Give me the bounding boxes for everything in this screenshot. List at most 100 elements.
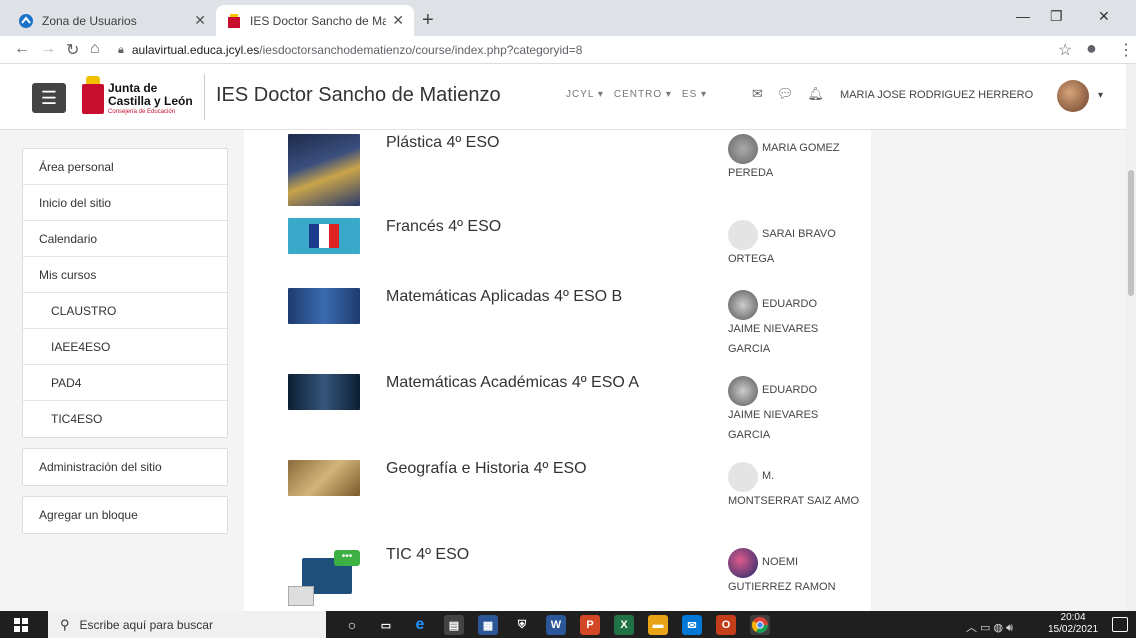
browser-tab-zona-usuarios[interactable]: Zona de Usuarios ✕ bbox=[8, 5, 216, 36]
logo-line2: Castilla y León bbox=[108, 93, 193, 108]
profile-icon[interactable]: ● bbox=[1086, 38, 1097, 59]
default-avatar-icon bbox=[728, 220, 758, 250]
course-teacher[interactable]: MARIA GOMEZ PEREDA bbox=[728, 134, 863, 184]
browser-tab-ies[interactable]: IES Doctor Sancho de Matienzo ✕ bbox=[216, 5, 414, 36]
search-icon: ⚲ bbox=[60, 616, 70, 632]
nav-course-pad4[interactable]: PAD4 bbox=[23, 365, 227, 401]
user-name[interactable]: MARIA JOSE RODRIGUEZ HERRERO bbox=[840, 89, 1033, 101]
windows-start-icon[interactable] bbox=[14, 618, 28, 632]
logo-line3: Consejería de Educación bbox=[108, 109, 176, 116]
course-name[interactable]: TIC 4º ESO bbox=[386, 546, 469, 564]
course-image[interactable] bbox=[288, 288, 360, 324]
jcyl-logo[interactable]: Junta de Castilla y León Consejería de E… bbox=[82, 72, 202, 126]
teacher-avatar bbox=[728, 548, 758, 578]
course-name[interactable]: Geografía e Historia 4º ESO bbox=[386, 460, 587, 478]
chrome-icon[interactable] bbox=[750, 615, 770, 635]
taskbar-search-placeholder: Escribe aquí para buscar bbox=[79, 617, 213, 632]
url-input[interactable]: 🔒︎ aulavirtual.educa.jcyl.es/iesdoctorsa… bbox=[118, 38, 1050, 62]
nav-block: Área personal Inicio del sitio Calendari… bbox=[22, 148, 228, 438]
add-block: Agregar un bloque bbox=[22, 496, 228, 534]
bookmark-star-icon[interactable]: ☆ bbox=[1058, 40, 1072, 60]
course-image[interactable] bbox=[288, 374, 360, 410]
mail-icon[interactable]: ✉ bbox=[752, 86, 763, 102]
word-icon[interactable]: W bbox=[546, 615, 566, 635]
course-teacher[interactable]: SARAI BRAVO ORTEGA bbox=[728, 220, 863, 270]
minimize-icon[interactable]: — bbox=[1016, 8, 1030, 24]
default-avatar-icon bbox=[728, 462, 758, 492]
system-tray-icons[interactable]: ︿ ▭ ◍ 🔊︎ bbox=[966, 619, 1013, 635]
window-close-icon[interactable]: ✕ bbox=[1098, 8, 1110, 25]
tab-label: Zona de Usuarios bbox=[42, 13, 137, 28]
menu-jcyl[interactable]: JCYL ▾ bbox=[566, 89, 604, 100]
address-bar: ← → ↻ ⌂ 🔒︎ aulavirtual.educa.jcyl.es/ies… bbox=[0, 36, 1136, 64]
cortana-icon[interactable]: ○ bbox=[342, 615, 362, 635]
nav-admin[interactable]: Administración del sitio bbox=[23, 449, 227, 485]
document-icon[interactable]: ▦ bbox=[478, 615, 498, 635]
add-block-button[interactable]: Agregar un bloque bbox=[23, 497, 227, 533]
menu-centro[interactable]: CENTRO ▾ bbox=[614, 89, 672, 100]
powerpoint-icon[interactable]: P bbox=[580, 615, 600, 635]
french-flag-icon bbox=[309, 224, 339, 248]
chat-bubble-icon: ••• bbox=[334, 550, 360, 566]
nav-drawer: Área personal Inicio del sitio Calendari… bbox=[22, 148, 228, 544]
excel-icon[interactable]: X bbox=[614, 615, 634, 635]
course-name[interactable]: Matemáticas Aplicadas 4º ESO B bbox=[386, 288, 622, 306]
user-menu-caret-icon[interactable]: ▾ bbox=[1098, 90, 1103, 101]
new-tab-button[interactable]: + bbox=[422, 9, 434, 32]
drawer-toggle-button[interactable]: ☰ bbox=[32, 83, 66, 113]
nav-inicio[interactable]: Inicio del sitio bbox=[23, 185, 227, 221]
scrollbar-thumb[interactable] bbox=[1128, 170, 1134, 296]
browser-menu-icon[interactable]: ⋮ bbox=[1118, 40, 1134, 60]
forward-icon[interactable]: → bbox=[40, 40, 56, 58]
header-icons: ✉ 💬︎ 🔔︎ bbox=[752, 86, 824, 102]
edge-icon[interactable]: e bbox=[410, 615, 430, 635]
nav-calendario[interactable]: Calendario bbox=[23, 221, 227, 257]
restore-icon[interactable]: ❐ bbox=[1050, 8, 1063, 25]
nav-mis-cursos[interactable]: Mis cursos bbox=[23, 257, 227, 293]
header-divider bbox=[204, 74, 205, 120]
notification-center-icon[interactable] bbox=[1112, 617, 1128, 632]
course-image[interactable] bbox=[288, 218, 360, 254]
course-image[interactable] bbox=[288, 460, 360, 496]
task-view-icon[interactable]: ▭ bbox=[376, 615, 396, 635]
office-icon[interactable]: O bbox=[716, 615, 736, 635]
page-scrollbar[interactable] bbox=[1126, 64, 1136, 611]
bell-icon[interactable]: 🔔︎ bbox=[807, 86, 824, 102]
course-teacher[interactable]: EDUARDO JAIME NIEVARES GARCIA bbox=[728, 290, 863, 360]
teacher-avatar bbox=[728, 134, 758, 164]
mail-app-icon[interactable]: ✉ bbox=[682, 615, 702, 635]
home-icon[interactable]: ⌂ bbox=[90, 40, 100, 58]
file-explorer-icon[interactable]: ▬ bbox=[648, 615, 668, 635]
back-icon[interactable]: ← bbox=[14, 40, 30, 58]
logo-line1: Junta de bbox=[108, 81, 158, 96]
nav-course-tic4eso[interactable]: TIC4ESO bbox=[23, 401, 227, 437]
jcyl-shield-icon bbox=[82, 76, 104, 114]
nav-area-personal[interactable]: Área personal bbox=[23, 149, 227, 185]
course-name[interactable]: Matemáticas Académicas 4º ESO A bbox=[386, 374, 639, 392]
taskbar-clock[interactable]: 20:04 15/02/2021 bbox=[1048, 612, 1098, 636]
browser-tabstrip: Zona de Usuarios ✕ IES Doctor Sancho de … bbox=[0, 0, 1136, 36]
course-teacher[interactable]: NOEMI GUTIERREZ RAMON bbox=[728, 548, 863, 598]
course-image[interactable] bbox=[288, 134, 360, 206]
site-name[interactable]: IES Doctor Sancho de Matienzo bbox=[216, 84, 501, 107]
taskbar-search[interactable]: ⚲ Escribe aquí para buscar bbox=[48, 611, 326, 638]
tab-label: IES Doctor Sancho de Matienzo bbox=[250, 13, 387, 28]
nav-course-iaee4eso[interactable]: IAEE4ESO bbox=[23, 329, 227, 365]
course-name[interactable]: Francés 4º ESO bbox=[386, 218, 501, 236]
reload-icon[interactable]: ↻ bbox=[66, 40, 79, 60]
course-teacher[interactable]: M. MONTSERRAT SAIZ AMO bbox=[728, 462, 863, 512]
menu-language[interactable]: ES ▾ bbox=[682, 89, 707, 100]
course-name[interactable]: Plástica 4º ESO bbox=[386, 134, 499, 152]
tab-close-icon[interactable]: ✕ bbox=[194, 12, 206, 29]
course-teacher[interactable]: EDUARDO JAIME NIEVARES GARCIA bbox=[728, 376, 863, 446]
page-body: Área personal Inicio del sitio Calendari… bbox=[0, 130, 1126, 611]
nav-course-claustro[interactable]: CLAUSTRO bbox=[23, 293, 227, 329]
user-avatar[interactable] bbox=[1057, 80, 1089, 112]
store-icon[interactable]: ▤ bbox=[444, 615, 464, 635]
course-image[interactable]: ••• bbox=[288, 550, 360, 610]
windows-taskbar: ⚲ Escribe aquí para buscar ○ ▭ e ▤ ▦ ⛨ W… bbox=[0, 611, 1136, 638]
chat-icon[interactable]: 💬︎ bbox=[777, 86, 794, 102]
shield-icon[interactable]: ⛨ bbox=[512, 615, 532, 635]
tab-close-icon[interactable]: ✕ bbox=[392, 12, 404, 29]
admin-block: Administración del sitio bbox=[22, 448, 228, 486]
